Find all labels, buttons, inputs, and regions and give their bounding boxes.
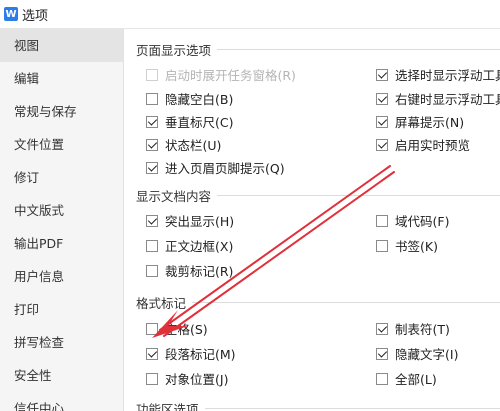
checkbox-label: 裁剪标记(R) — [165, 264, 234, 279]
checkbox-label: 正文边框(X) — [165, 239, 234, 254]
checkbox-header-footer-tip[interactable]: 进入页眉页脚提示(Q) — [146, 158, 285, 177]
sidebar-item-print[interactable]: 打印 — [0, 293, 123, 326]
checkbox-box — [146, 214, 158, 227]
sidebar: 视图 编辑 常规与保存 文件位置 修订 中文版式 输出PDF 用户信息 打印 拼… — [0, 29, 124, 411]
checkbox-box — [146, 138, 158, 151]
checkbox-label: 对象位置(J) — [165, 372, 229, 387]
sidebar-item-revision[interactable]: 修订 — [0, 161, 123, 194]
checkbox-label: 域代码(F) — [395, 214, 450, 229]
section-title: 格式标记 — [136, 296, 187, 311]
checkbox-label: 状态栏(U) — [165, 138, 222, 153]
sidebar-item-general-save[interactable]: 常规与保存 — [0, 95, 123, 128]
checkbox-all-marks[interactable]: 全部(L) — [376, 369, 437, 388]
checkbox-label: 段落标记(M) — [165, 347, 236, 362]
checkbox-spaces[interactable]: 空格(S) — [146, 319, 208, 338]
checkbox-box — [376, 347, 388, 360]
section-format-marks: 格式标记 — [136, 293, 500, 312]
options-panel: 页面显示选项 启动时展开任务窗格(R) 选择时显示浮动工具 隐藏空白(B) 右键… — [124, 29, 500, 411]
sidebar-item-spell-check[interactable]: 拼写检查 — [0, 326, 123, 359]
checkbox-box — [146, 372, 158, 385]
checkbox-label: 选择时显示浮动工具 — [395, 68, 500, 83]
checkbox-label: 隐藏空白(B) — [165, 92, 234, 107]
checkbox-box — [376, 239, 388, 252]
checkbox-bookmarks[interactable]: 书签(K) — [376, 236, 438, 255]
section-ribbon-options: 功能区选项 — [136, 399, 500, 411]
checkbox-paragraph-marks[interactable]: 段落标记(M) — [146, 344, 236, 363]
sidebar-item-trust-center[interactable]: 信任中心 — [0, 392, 123, 411]
section-title: 显示文档内容 — [136, 189, 212, 204]
checkbox-label: 全部(L) — [395, 372, 437, 387]
checkbox-box — [146, 347, 158, 360]
divider — [217, 195, 500, 196]
divider — [217, 49, 500, 50]
checkbox-box — [376, 322, 388, 335]
checkbox-box — [146, 115, 158, 128]
checkbox-label: 启用实时预览 — [395, 138, 471, 153]
checkbox-tab-chars[interactable]: 制表符(T) — [376, 319, 450, 338]
checkbox-box — [376, 68, 388, 81]
checkbox-box — [146, 322, 158, 335]
checkbox-screen-tips[interactable]: 屏幕提示(N) — [376, 112, 464, 131]
checkbox-highlight[interactable]: 突出显示(H) — [146, 211, 234, 230]
section-doc-content: 显示文档内容 — [136, 186, 500, 205]
sidebar-item-view[interactable]: 视图 — [0, 29, 123, 62]
divider — [192, 302, 500, 303]
checkbox-label: 突出显示(H) — [165, 214, 235, 229]
checkbox-expand-task-pane[interactable]: 启动时展开任务窗格(R) — [146, 65, 296, 84]
checkbox-label: 书签(K) — [395, 239, 438, 254]
checkbox-live-preview[interactable]: 启用实时预览 — [376, 135, 470, 154]
checkbox-float-toolbar-rightclick[interactable]: 右键时显示浮动工具 — [376, 89, 500, 108]
checkbox-box — [146, 264, 158, 277]
sidebar-item-file-location[interactable]: 文件位置 — [0, 128, 123, 161]
window-title: 选项 — [22, 8, 49, 24]
checkbox-label: 空格(S) — [165, 322, 208, 337]
checkbox-box — [376, 92, 388, 105]
checkbox-label: 屏幕提示(N) — [395, 115, 465, 130]
checkbox-label: 隐藏文字(I) — [395, 347, 459, 362]
checkbox-box — [376, 138, 388, 151]
checkbox-hide-whitespace[interactable]: 隐藏空白(B) — [146, 89, 233, 108]
checkbox-box — [376, 115, 388, 128]
checkbox-box — [146, 239, 158, 252]
checkbox-crop-marks[interactable]: 裁剪标记(R) — [146, 261, 233, 280]
checkbox-box — [146, 161, 158, 174]
checkbox-status-bar[interactable]: 状态栏(U) — [146, 135, 221, 154]
section-title: 功能区选项 — [136, 402, 199, 411]
sidebar-item-export-pdf[interactable]: 输出PDF — [0, 227, 123, 260]
wps-app-icon: W — [4, 7, 18, 21]
checkbox-label: 启动时展开任务窗格(R) — [165, 68, 296, 83]
checkbox-box — [146, 68, 158, 81]
checkbox-label: 制表符(T) — [395, 322, 450, 337]
checkbox-label: 右键时显示浮动工具 — [395, 92, 500, 107]
checkbox-label: 进入页眉页脚提示(Q) — [165, 161, 285, 176]
title-bar: W 选项 — [0, 0, 500, 29]
checkbox-box — [376, 372, 388, 385]
section-title: 页面显示选项 — [136, 43, 212, 58]
checkbox-box — [146, 92, 158, 105]
checkbox-label: 垂直标尺(C) — [165, 115, 234, 130]
checkbox-float-toolbar-select[interactable]: 选择时显示浮动工具 — [376, 65, 500, 84]
divider — [204, 408, 500, 409]
checkbox-text-boundaries[interactable]: 正文边框(X) — [146, 236, 233, 255]
sidebar-item-edit[interactable]: 编辑 — [0, 62, 123, 95]
checkbox-hidden-text[interactable]: 隐藏文字(I) — [376, 344, 458, 363]
checkbox-vertical-ruler[interactable]: 垂直标尺(C) — [146, 112, 233, 131]
sidebar-item-chinese-layout[interactable]: 中文版式 — [0, 194, 123, 227]
checkbox-object-anchors[interactable]: 对象位置(J) — [146, 369, 228, 388]
checkbox-field-codes[interactable]: 域代码(F) — [376, 211, 449, 230]
sidebar-item-user-info[interactable]: 用户信息 — [0, 260, 123, 293]
checkbox-box — [376, 214, 388, 227]
section-page-display: 页面显示选项 — [136, 40, 500, 59]
sidebar-item-security[interactable]: 安全性 — [0, 359, 123, 392]
